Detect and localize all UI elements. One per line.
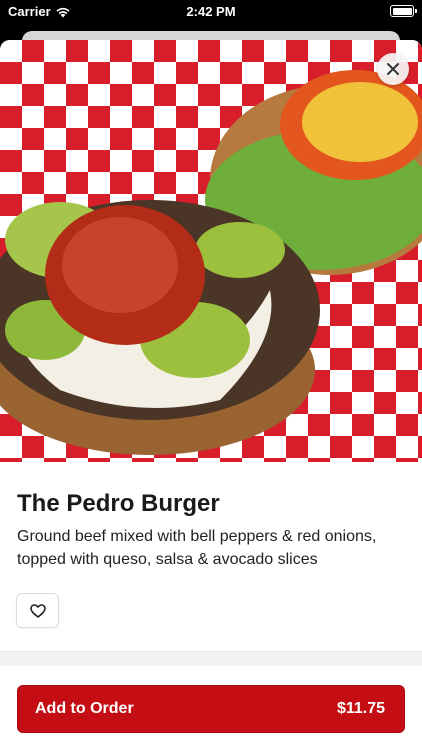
add-to-order-label: Add to Order [35,700,134,717]
heart-outline-icon [29,603,46,618]
order-footer: Add to Order $11.75 [0,666,422,750]
item-description: Ground beef mixed with bell peppers & re… [17,528,377,568]
item-detail-sheet: The Pedro Burger Ground beef mixed with … [0,40,422,750]
section-divider [0,651,422,666]
status-bar: Carrier 2:42 PM [0,0,422,24]
add-to-order-button[interactable]: Add to Order $11.75 [17,685,405,733]
item-photo [0,40,422,462]
close-button[interactable] [377,53,409,85]
battery-icon [390,5,417,17]
close-icon [387,63,399,75]
item-title: The Pedro Burger [17,490,220,517]
burger-illustration [0,70,422,455]
status-time: 2:42 PM [186,4,236,19]
favorite-button[interactable] [16,593,59,628]
item-price: $11.75 [336,700,385,717]
